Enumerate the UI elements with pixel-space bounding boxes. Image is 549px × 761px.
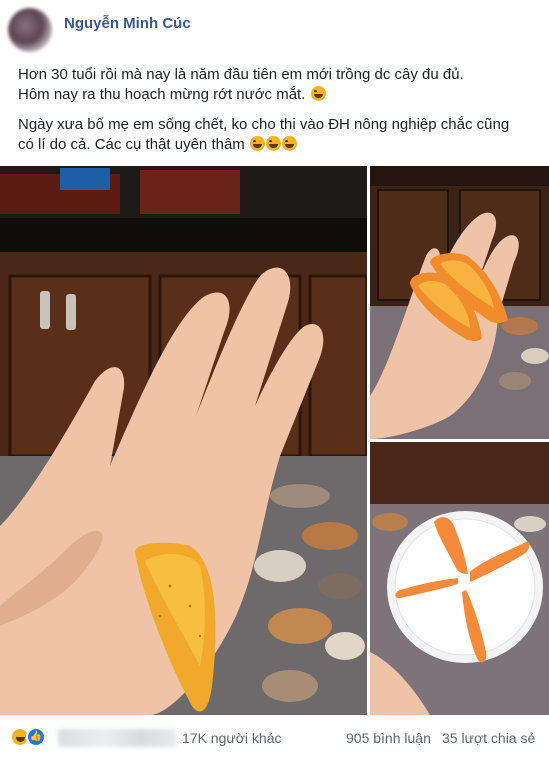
hand-holding-papaya-photo[interactable] [0, 166, 367, 715]
like-icon: 👍 [26, 727, 46, 747]
shares-count[interactable]: 35 lượt chia sẻ [442, 730, 535, 746]
photo-gallery [0, 166, 549, 715]
reactions-count[interactable]: 17K người khác [182, 730, 282, 746]
laughing-emoji-icon [310, 86, 326, 101]
reaction-icons[interactable]: 👍 [10, 727, 56, 747]
post-header: Nguyễn Minh Cúc [0, 0, 549, 56]
laughing-emoji-icon [265, 136, 281, 151]
comments-count[interactable]: 905 bình luận [346, 730, 431, 746]
post-line: Ngày xưa bố mẹ em sống chết, ko cho thi … [18, 116, 510, 133]
post-line: có lí do cả. Các cụ thật uyên thâm [18, 135, 538, 155]
post-paragraph: Ngày xưa bố mẹ em sống chết, ko cho thi … [18, 115, 538, 155]
papaya-halves-photo[interactable] [370, 166, 549, 439]
author-name[interactable]: Nguyễn Minh Cúc [64, 15, 191, 32]
blurred-reactor-names [58, 729, 176, 747]
post-paragraph: Hơn 30 tuổi rồi mà nay là năm đầu tiên e… [18, 65, 538, 105]
avatar[interactable] [8, 8, 52, 52]
post-text: Hơn 30 tuổi rồi mà nay là năm đầu tiên e… [18, 65, 538, 165]
papaya-slices-photo[interactable] [370, 442, 549, 715]
laughing-emoji-icon [249, 136, 265, 151]
post-line: Hơn 30 tuổi rồi mà nay là năm đầu tiên e… [18, 66, 464, 83]
laughing-emoji-icon [281, 136, 297, 151]
post-line: Hôm nay ra thu hoạch mừng rớt nước mắt. [18, 85, 538, 105]
reactions-bar: 👍 17K người khác 905 bình luận 35 lượt c… [0, 715, 549, 761]
